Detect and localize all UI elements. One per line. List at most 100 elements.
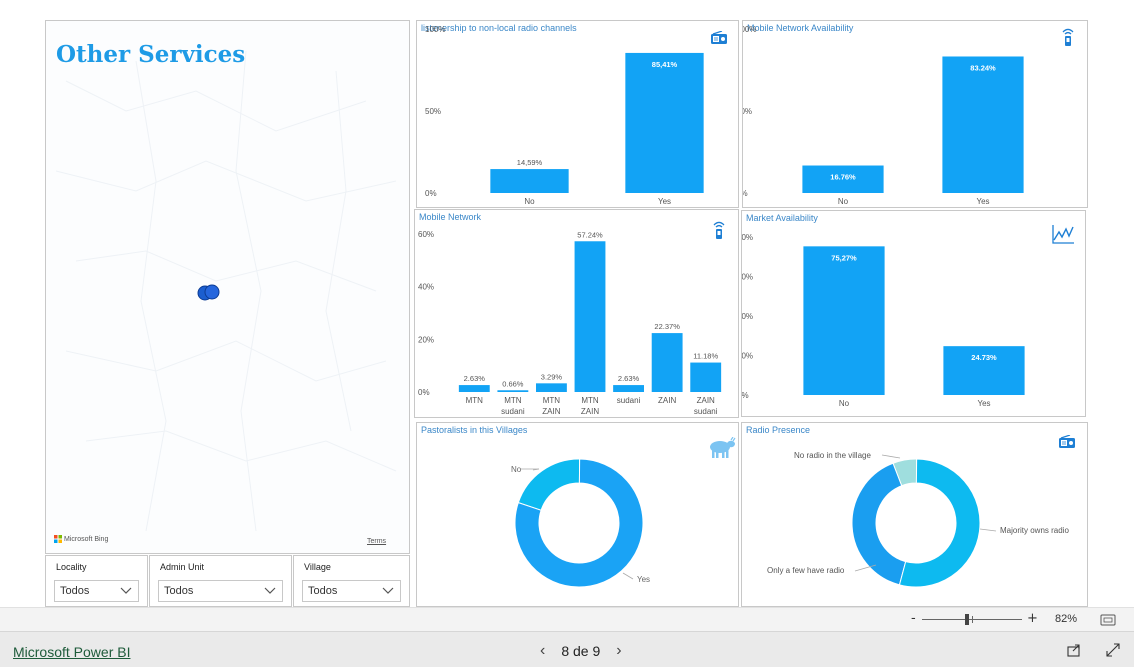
fit-to-page-icon[interactable] [1100, 614, 1116, 626]
pie-label: Majority owns radio [1000, 526, 1069, 535]
slicer-admin-unit: Admin Unit Todos [149, 555, 292, 607]
next-page-button[interactable]: › [616, 642, 621, 660]
bar[interactable] [690, 362, 722, 392]
admin-unit-dropdown[interactable]: Todos [158, 580, 283, 602]
terms-link[interactable]: Terms [367, 538, 386, 545]
data-label: 16.76% [830, 173, 856, 182]
bar[interactable] [803, 246, 885, 395]
category-label: ZAIN [581, 407, 599, 416]
bar-chart: 80% 60% 40% 20% 0% 75,27% No 24.73% Yes [742, 233, 1025, 408]
y-tick-label: 40% [742, 312, 753, 321]
pie-label: Yes [637, 575, 650, 584]
y-tick-label: 0% [425, 189, 437, 198]
power-bi-link[interactable]: Microsoft Power BI [13, 644, 130, 660]
bar[interactable] [490, 169, 569, 193]
bar-chart: 100% 50% 0% 16.76% No 83.24% Yes [743, 25, 1024, 206]
pastoralists-chart[interactable]: Pastoralists in this Villages No Yes [416, 422, 739, 607]
pie-label: Only a few have radio [767, 566, 845, 575]
market-availability-chart[interactable]: Market Availability 80%60%40%20%0%75,27%… [741, 210, 1086, 417]
donut-slice[interactable] [851, 462, 907, 586]
category-label: No [524, 197, 535, 206]
category-label: Yes [977, 399, 990, 408]
category-label: ZAIN [542, 407, 560, 416]
bar[interactable] [613, 385, 644, 392]
y-tick-label: 20% [742, 352, 753, 361]
category-label: No [839, 399, 850, 408]
data-label: 83.24% [970, 63, 996, 72]
category-label: MTN [543, 396, 561, 405]
category-label: sudani [501, 407, 525, 416]
donut-slice[interactable] [517, 458, 581, 511]
data-label: 0.66% [502, 379, 524, 388]
category-label: sudani [694, 407, 718, 416]
bar[interactable] [942, 56, 1024, 193]
donut-chart: No Yes [511, 458, 650, 588]
bar[interactable] [458, 385, 490, 392]
donut-chart: No radio in the village Majority owns ra… [767, 451, 1069, 588]
y-tick-label: 0% [742, 391, 749, 400]
page-indicator: 8 de 9 [561, 643, 601, 659]
mobile-availability-chart[interactable]: Mobile Network Availability 100%50%0%16.… [742, 20, 1088, 208]
map-background [55, 50, 397, 532]
data-label: 85,41% [652, 60, 678, 69]
category-label: No [838, 197, 849, 206]
y-tick-label: 60% [418, 230, 434, 239]
zoom-slider[interactable] [922, 614, 1022, 625]
bar-chart: 100% 50% 0% 14,59% No 85,41% Yes [425, 25, 704, 206]
y-tick-label: 40% [418, 283, 434, 292]
leader-line [622, 572, 634, 580]
mobile-network-chart[interactable]: Mobile Network 60% 40% 20% 0% 2.63% MTN 0.66% M… [414, 209, 739, 418]
bar[interactable] [536, 383, 567, 392]
y-tick-label: 50% [743, 107, 752, 116]
leader-line [881, 454, 901, 459]
map-panel[interactable]: Other Services Microsoft Bing Terms [45, 20, 410, 554]
data-label: 24.73% [971, 353, 997, 362]
radio-listenership-chart[interactable]: listenership to non-local radio channels… [416, 20, 739, 208]
slicer-label: Village [304, 562, 331, 572]
bar[interactable] [497, 390, 529, 392]
data-label: 3.29% [541, 372, 563, 381]
category-label: ZAIN [697, 396, 715, 405]
chevron-down-icon [264, 587, 276, 594]
y-tick-label: 0% [418, 388, 430, 397]
category-label: MTN [504, 396, 522, 405]
radio-presence-chart[interactable]: Radio Presence No radio in the village M… [741, 422, 1088, 607]
footer-bar: Microsoft Power BI ‹ 8 de 9 › [0, 631, 1134, 667]
y-tick-label: 100% [743, 25, 756, 34]
bing-logo: Microsoft Bing [54, 535, 108, 543]
fullscreen-icon[interactable] [1106, 643, 1120, 657]
bar[interactable] [625, 52, 704, 194]
data-label: 2.63% [464, 374, 486, 383]
zoom-slider-center-tick [972, 616, 973, 623]
zoom-slider-thumb[interactable] [965, 614, 969, 625]
share-icon[interactable] [1067, 643, 1081, 657]
pie-label: No radio in the village [794, 451, 871, 460]
y-tick-label: 100% [425, 25, 445, 34]
bar[interactable] [651, 333, 683, 392]
chevron-down-icon [382, 587, 394, 594]
category-label: ZAIN [658, 396, 676, 405]
map-location-pin[interactable] [195, 282, 225, 306]
data-label: 11.18% [693, 352, 718, 361]
data-label: 75,27% [831, 253, 857, 262]
slicer-locality: Locality Todos [45, 555, 148, 607]
microsoft-logo-icon [54, 535, 62, 543]
slicer-value: Todos [164, 585, 194, 597]
category-label: MTN [466, 396, 484, 405]
slicer-label: Admin Unit [160, 562, 205, 572]
data-label: 22.37% [654, 322, 680, 331]
zoom-out-button[interactable]: - [911, 611, 916, 626]
village-dropdown[interactable]: Todos [302, 580, 401, 602]
y-tick-label: 80% [742, 233, 753, 242]
zoom-in-button[interactable]: + [1027, 611, 1038, 626]
pie-label: No [511, 465, 522, 474]
bar[interactable] [574, 241, 606, 392]
slicer-value: Todos [308, 585, 338, 597]
zoom-bar: - + 82% [0, 607, 1134, 631]
data-label: 2.63% [618, 374, 640, 383]
data-label: 14,59% [517, 158, 543, 167]
previous-page-button[interactable]: ‹ [540, 642, 545, 660]
y-tick-label: 0% [743, 189, 748, 198]
y-tick-label: 60% [742, 273, 753, 282]
locality-dropdown[interactable]: Todos [54, 580, 139, 602]
